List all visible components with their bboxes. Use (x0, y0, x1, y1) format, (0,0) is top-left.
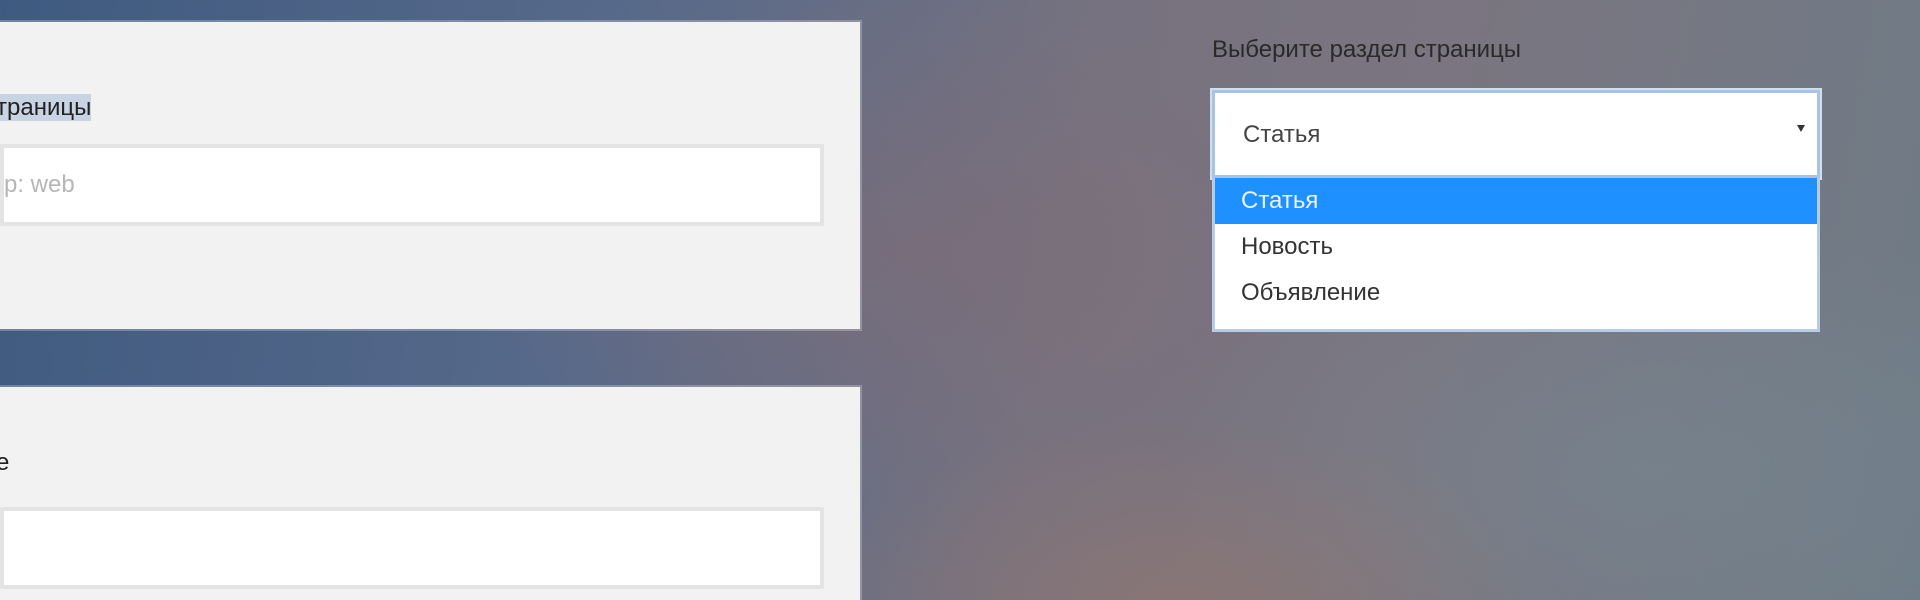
page-name-label-text: траницы (0, 94, 92, 121)
page-name-panel: траницы (0, 22, 860, 329)
second-field-input[interactable] (0, 507, 824, 589)
section-select-value: Статья (1243, 121, 1321, 148)
chevron-down-icon (1797, 125, 1805, 132)
page-name-input[interactable] (0, 144, 824, 226)
section-select[interactable]: Статья (1212, 90, 1820, 178)
dropdown-option-announcement[interactable]: Объявление (1215, 270, 1817, 316)
dropdown-option-article[interactable]: Статья (1215, 178, 1817, 224)
section-select-label: Выберите раздел страницы (1212, 36, 1522, 63)
second-field-panel: е (0, 387, 860, 600)
section-select-dropdown: Статья Новость Объявление (1212, 178, 1820, 332)
second-field-label-text: е (0, 449, 10, 476)
second-field-label: е (0, 449, 9, 477)
dropdown-option-news[interactable]: Новость (1215, 224, 1817, 270)
page-name-label: траницы (0, 94, 92, 122)
